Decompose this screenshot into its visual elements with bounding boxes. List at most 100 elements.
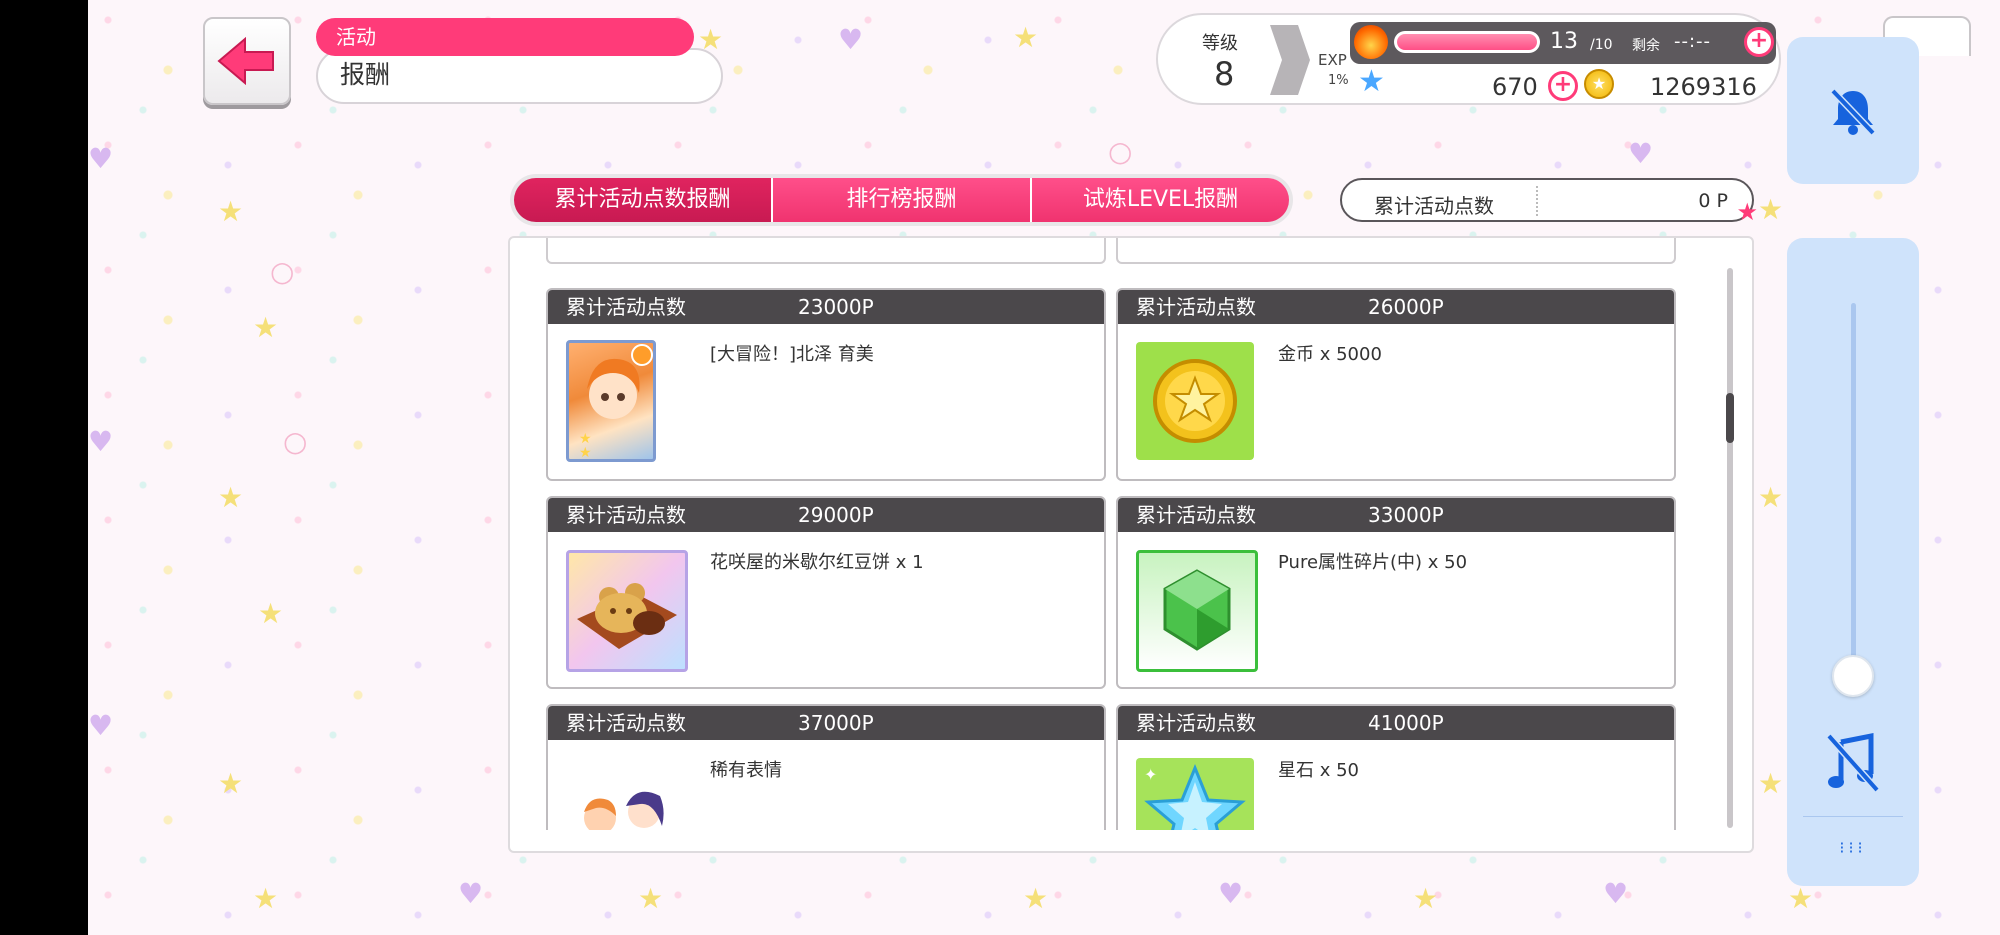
coin-count: 1269316: [1650, 73, 1757, 101]
star-icon: ★: [1736, 198, 1758, 226]
page-title-box: 报酬 活动: [316, 18, 723, 104]
reward-required-points: 23000P: [798, 295, 874, 319]
pure-shard-icon: [1136, 550, 1258, 672]
reward-condition-label: 累计活动点数: [566, 711, 686, 735]
decor-star-icon: ★: [253, 882, 279, 915]
decor-heart-icon: ♥: [88, 425, 114, 458]
reward-list-viewport: 累计活动点数 23000P ★ ★ [大冒险！]北泽 育美 累计活动点数 260…: [546, 238, 1726, 830]
reward-required-points: 37000P: [798, 711, 874, 735]
reward-card-header: 累计活动点数 41000P: [1118, 706, 1674, 740]
rare-stamp-icon: [566, 766, 684, 830]
level-value: 8: [1214, 55, 1235, 93]
reward-card[interactable]: 累计活动点数 41000P ✦ 星石 x 50: [1116, 704, 1676, 830]
reward-required-points: 41000P: [1368, 711, 1444, 735]
decor-heart-icon: ♥: [88, 709, 114, 742]
decor-star-icon: ★: [1788, 882, 1814, 915]
decor-heart-icon: ♥: [1603, 877, 1629, 910]
decor-star-icon: ★: [218, 195, 244, 228]
decor-circle-icon: ○: [270, 255, 295, 288]
svg-text:✦: ✦: [1144, 765, 1157, 784]
reward-condition-label: 累计活动点数: [1136, 503, 1256, 527]
scrollbar-thumb[interactable]: [1726, 393, 1734, 443]
decor-heart-icon: ♥: [1628, 137, 1654, 170]
previous-row-edge: [546, 238, 1726, 264]
volume-slider-thumb[interactable]: [1832, 655, 1874, 697]
stamina-max: /10: [1590, 37, 1613, 53]
scrollbar-track[interactable]: [1727, 268, 1733, 828]
back-button[interactable]: [203, 17, 291, 105]
bear-cake-icon: [566, 550, 688, 672]
character-card-icon: ★ ★: [566, 340, 656, 462]
reward-card[interactable]: 累计活动点数 29000P 花咲屋的米歇尔红豆饼 x 1: [546, 496, 1106, 689]
stamina-bar: [1394, 31, 1540, 53]
decor-star-icon: ★: [218, 481, 244, 514]
decor-star-icon: ★: [1413, 882, 1439, 915]
decor-star-icon: ★: [1758, 193, 1784, 226]
gold-coin-icon: [1136, 342, 1254, 460]
decor-star-icon: ★: [218, 767, 244, 800]
more-dots-icon[interactable]: ⁝⁝⁝: [1829, 838, 1877, 857]
reward-list[interactable]: 累计活动点数 23000P ★ ★ [大冒险！]北泽 育美 累计活动点数 260…: [508, 236, 1754, 853]
reward-required-points: 26000P: [1368, 295, 1444, 319]
decor-star-icon: ★: [1758, 767, 1784, 800]
reward-card-header: 累计活动点数 29000P: [548, 498, 1104, 532]
decor-star-icon: ★: [1023, 882, 1049, 915]
game-screen: ★ ♥ ★ ♥ ★ ★ ○ ★ ★ ♥ ○ ★ ★ ♥ ★ ♥ ★ ♥ ★ ♥ …: [88, 0, 2000, 935]
reward-card[interactable]: 累计活动点数 33000P Pure属性碎片(中) x 50: [1116, 496, 1676, 689]
divider: [1536, 186, 1538, 216]
decor-heart-icon: ♥: [1218, 877, 1244, 910]
decor-star-icon: ★: [1013, 21, 1039, 54]
exp-label: EXP: [1318, 51, 1347, 69]
reward-card-header: 累计活动点数 23000P: [548, 290, 1104, 324]
add-stamina-button[interactable]: +: [1744, 27, 1774, 57]
decor-star-icon: ★: [253, 311, 279, 344]
reward-name: [大冒险！]北泽 育美: [710, 344, 874, 365]
decor-star-icon: ★: [1758, 481, 1784, 514]
exp-gauge-icon: [1270, 25, 1310, 95]
reward-name: 金币 x 5000: [1278, 344, 1382, 365]
arrow-left-icon: [217, 37, 274, 85]
star-stone-icon: ✦: [1136, 758, 1254, 830]
decor-star-icon: ★: [638, 882, 664, 915]
reward-card[interactable]: 累计活动点数 26000P 金币 x 5000: [1116, 288, 1676, 481]
remaining-time: --:--: [1674, 31, 1712, 52]
reward-card[interactable]: 累计活动点数 23000P ★ ★ [大冒险！]北泽 育美: [546, 288, 1106, 481]
notification-toggle-panel: [1787, 37, 1919, 184]
fire-icon: [1354, 25, 1388, 59]
reward-condition-label: 累计活动点数: [1136, 295, 1256, 319]
event-points-value: 0 P: [1698, 190, 1728, 212]
tab-cumulative-points[interactable]: 累计活动点数报酬: [514, 178, 771, 222]
music-off-icon[interactable]: [1825, 732, 1881, 794]
reward-condition-label: 累计活动点数: [566, 295, 686, 319]
reward-name: 稀有表情: [710, 760, 782, 781]
stamina-value: 13: [1550, 29, 1578, 54]
decor-heart-icon: ♥: [88, 142, 114, 175]
reward-card-header: 累计活动点数 37000P: [548, 706, 1104, 740]
divider: [1803, 816, 1903, 817]
reward-condition-label: 累计活动点数: [566, 503, 686, 527]
volume-slider-track[interactable]: [1851, 303, 1856, 673]
svg-text:★: ★: [579, 445, 592, 459]
reward-name: Pure属性碎片(中) x 50: [1278, 552, 1468, 573]
page-title: 报酬: [316, 48, 723, 104]
star-gem-icon: ★: [1358, 64, 1385, 99]
tab-ranking[interactable]: 排行榜报酬: [771, 178, 1030, 222]
bell-off-icon[interactable]: [1825, 83, 1881, 139]
page-category: 活动: [316, 18, 694, 56]
volume-panel: ⁝⁝⁝: [1787, 238, 1919, 886]
reward-required-points: 29000P: [798, 503, 874, 527]
reward-card-header: 累计活动点数 26000P: [1118, 290, 1674, 324]
reward-card[interactable]: 累计活动点数 37000P 稀有表情: [546, 704, 1106, 830]
gem-count: 670: [1492, 73, 1538, 101]
decor-circle-icon: ○: [283, 425, 308, 458]
remaining-label: 剩余: [1632, 38, 1660, 54]
decor-circle-icon: ○: [1108, 135, 1133, 168]
reward-tabs: 累计活动点数报酬 排行榜报酬 试炼LEVEL报酬: [510, 174, 1293, 226]
event-points-label: 累计活动点数: [1374, 194, 1494, 218]
tab-trial-level[interactable]: 试炼LEVEL报酬: [1030, 178, 1289, 222]
decor-heart-icon: ♥: [458, 877, 484, 910]
decor-star-icon: ★: [258, 597, 284, 630]
add-gem-button[interactable]: +: [1548, 71, 1578, 101]
player-status: 等级 8 EXP 1% 13 /10 剩余 --:-- + ★ 670 + ★ …: [1156, 13, 1781, 105]
exp-percent: 1%: [1328, 73, 1349, 88]
